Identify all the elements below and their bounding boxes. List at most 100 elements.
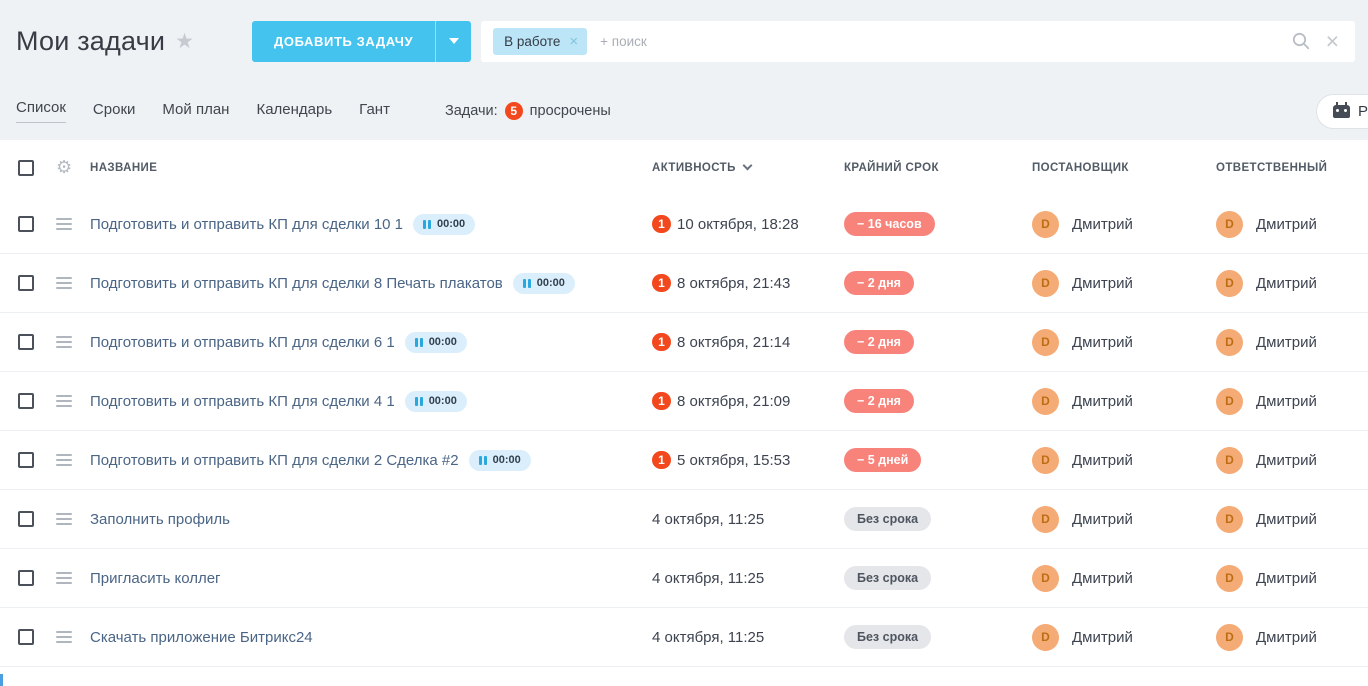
originator-avatar[interactable]: D [1032, 387, 1059, 415]
clear-search-icon[interactable]: × [1326, 29, 1339, 53]
originator-name[interactable]: Дмитрий [1072, 452, 1133, 469]
deadline-badge[interactable]: − 5 дней [844, 448, 922, 472]
originator-avatar[interactable]: D [1032, 505, 1059, 533]
timer-pill[interactable]: 00:00 [413, 213, 476, 235]
row-checkbox[interactable] [18, 452, 34, 468]
select-all-checkbox[interactable] [18, 159, 34, 176]
row-checkbox[interactable] [18, 511, 34, 527]
column-header-name[interactable]: НАЗВАНИЕ [90, 162, 157, 174]
row-menu-icon[interactable] [56, 218, 72, 230]
column-header-deadline[interactable]: КРАЙНИЙ СРОК [844, 162, 939, 174]
row-checkbox[interactable] [18, 570, 34, 586]
row-checkbox[interactable] [18, 393, 34, 409]
table-row: Подготовить и отправить КП для сделки 4 … [0, 372, 1368, 431]
tab-gantt[interactable]: Гант [359, 101, 390, 121]
originator-name[interactable]: Дмитрий [1072, 275, 1133, 292]
responsible-avatar[interactable]: D [1216, 564, 1243, 592]
timer-pill[interactable]: 00:00 [404, 331, 467, 353]
responsible-avatar[interactable]: D [1216, 623, 1243, 651]
originator-name[interactable]: Дмитрий [1072, 393, 1133, 410]
search-icon[interactable] [1292, 32, 1310, 50]
task-title[interactable]: Скачать приложение Битрикс24 [90, 629, 313, 646]
task-title[interactable]: Подготовить и отправить КП для сделки 2 … [90, 452, 459, 469]
pause-icon [478, 455, 487, 465]
task-title[interactable]: Подготовить и отправить КП для сделки 6 … [90, 334, 395, 351]
responsible-name[interactable]: Дмитрий [1256, 452, 1317, 469]
row-menu-icon[interactable] [56, 454, 72, 466]
tab-my-plan[interactable]: Мой план [162, 101, 229, 121]
row-menu-icon[interactable] [56, 395, 72, 407]
responsible-avatar[interactable]: D [1216, 328, 1243, 356]
originator-avatar[interactable]: D [1032, 328, 1059, 356]
task-title[interactable]: Подготовить и отправить КП для сделки 10… [90, 216, 403, 233]
row-menu-icon[interactable] [56, 513, 72, 525]
originator-name[interactable]: Дмитрий [1072, 216, 1133, 233]
column-header-activity[interactable]: АКТИВНОСТЬ [652, 162, 736, 174]
pause-icon [414, 396, 423, 406]
robots-button-label: Ро [1358, 103, 1368, 120]
timer-pill[interactable]: 00:00 [468, 449, 531, 471]
add-task-button[interactable]: ДОБАВИТЬ ЗАДАЧУ [252, 20, 436, 62]
row-checkbox[interactable] [18, 275, 34, 291]
originator-avatar[interactable]: D [1032, 623, 1059, 651]
originator-avatar[interactable]: D [1032, 564, 1059, 592]
deadline-badge[interactable]: Без срока [844, 566, 932, 590]
chip-close-icon[interactable]: × [569, 33, 578, 50]
row-menu-icon[interactable] [56, 572, 72, 584]
row-checkbox[interactable] [18, 334, 34, 350]
tab-deadlines[interactable]: Сроки [93, 101, 135, 121]
responsible-name[interactable]: Дмитрий [1256, 511, 1317, 528]
page-header: Мои задачи ★ ДОБАВИТЬ ЗАДАЧУ В работе × … [0, 0, 1368, 82]
timer-pill[interactable]: 00:00 [404, 390, 467, 412]
tab-calendar[interactable]: Календарь [256, 101, 332, 121]
row-menu-icon[interactable] [56, 336, 72, 348]
originator-name[interactable]: Дмитрий [1072, 629, 1133, 646]
responsible-avatar[interactable]: D [1216, 505, 1243, 533]
deadline-badge[interactable]: − 2 дня [844, 271, 914, 295]
originator-name[interactable]: Дмитрий [1072, 511, 1133, 528]
column-header-originator[interactable]: ПОСТАНОВЩИК [1032, 162, 1129, 174]
robots-button[interactable]: Ро [1316, 94, 1368, 129]
add-task-dropdown-button[interactable] [435, 20, 472, 62]
task-title[interactable]: Подготовить и отправить КП для сделки 8 … [90, 275, 503, 292]
responsible-avatar[interactable]: D [1216, 269, 1243, 297]
row-checkbox[interactable] [18, 629, 34, 645]
deadline-badge[interactable]: Без срока [844, 507, 932, 531]
responsible-name[interactable]: Дмитрий [1256, 275, 1317, 292]
responsible-name[interactable]: Дмитрий [1256, 629, 1317, 646]
responsible-avatar[interactable]: D [1216, 387, 1243, 415]
deadline-badge[interactable]: − 16 часов [844, 212, 935, 236]
originator-avatar[interactable]: D [1032, 210, 1059, 238]
column-header-responsible[interactable]: ОТВЕТСТВЕННЫЙ [1216, 162, 1327, 174]
search-bar[interactable]: В работе × + поиск × [481, 20, 1355, 62]
responsible-avatar[interactable]: D [1216, 446, 1243, 474]
originator-avatar[interactable]: D [1032, 269, 1059, 297]
timer-value: 00:00 [428, 395, 457, 407]
responsible-name[interactable]: Дмитрий [1256, 216, 1317, 233]
deadline-badge[interactable]: Без срока [844, 625, 932, 649]
sort-chevron-down-icon[interactable] [742, 160, 753, 171]
row-menu-icon[interactable] [56, 277, 72, 289]
originator-name[interactable]: Дмитрий [1072, 570, 1133, 587]
overdue-counter[interactable]: Задачи: 5 просрочены [445, 102, 611, 120]
task-title[interactable]: Заполнить профиль [90, 511, 230, 528]
responsible-avatar[interactable]: D [1216, 210, 1243, 238]
row-checkbox[interactable] [18, 216, 34, 232]
filter-chip-in-progress[interactable]: В работе × [493, 27, 588, 55]
timer-pill[interactable]: 00:00 [512, 272, 575, 294]
responsible-name[interactable]: Дмитрий [1256, 334, 1317, 351]
favorite-star-icon[interactable]: ★ [175, 29, 194, 54]
responsible-name[interactable]: Дмитрий [1256, 393, 1317, 410]
search-input[interactable]: + поиск [600, 34, 1291, 49]
deadline-badge[interactable]: − 2 дня [844, 389, 914, 413]
deadline-badge[interactable]: − 2 дня [844, 330, 914, 354]
gear-icon[interactable]: ⚙ [56, 157, 72, 178]
originator-name[interactable]: Дмитрий [1072, 334, 1133, 351]
responsible-name[interactable]: Дмитрий [1256, 570, 1317, 587]
table-row: Заполнить профиль 4 октября, 11:25 Без с… [0, 490, 1368, 549]
task-title[interactable]: Подготовить и отправить КП для сделки 4 … [90, 393, 395, 410]
tab-list[interactable]: Список [16, 99, 66, 123]
row-menu-icon[interactable] [56, 631, 72, 643]
task-title[interactable]: Пригласить коллег [90, 570, 221, 587]
originator-avatar[interactable]: D [1032, 446, 1059, 474]
